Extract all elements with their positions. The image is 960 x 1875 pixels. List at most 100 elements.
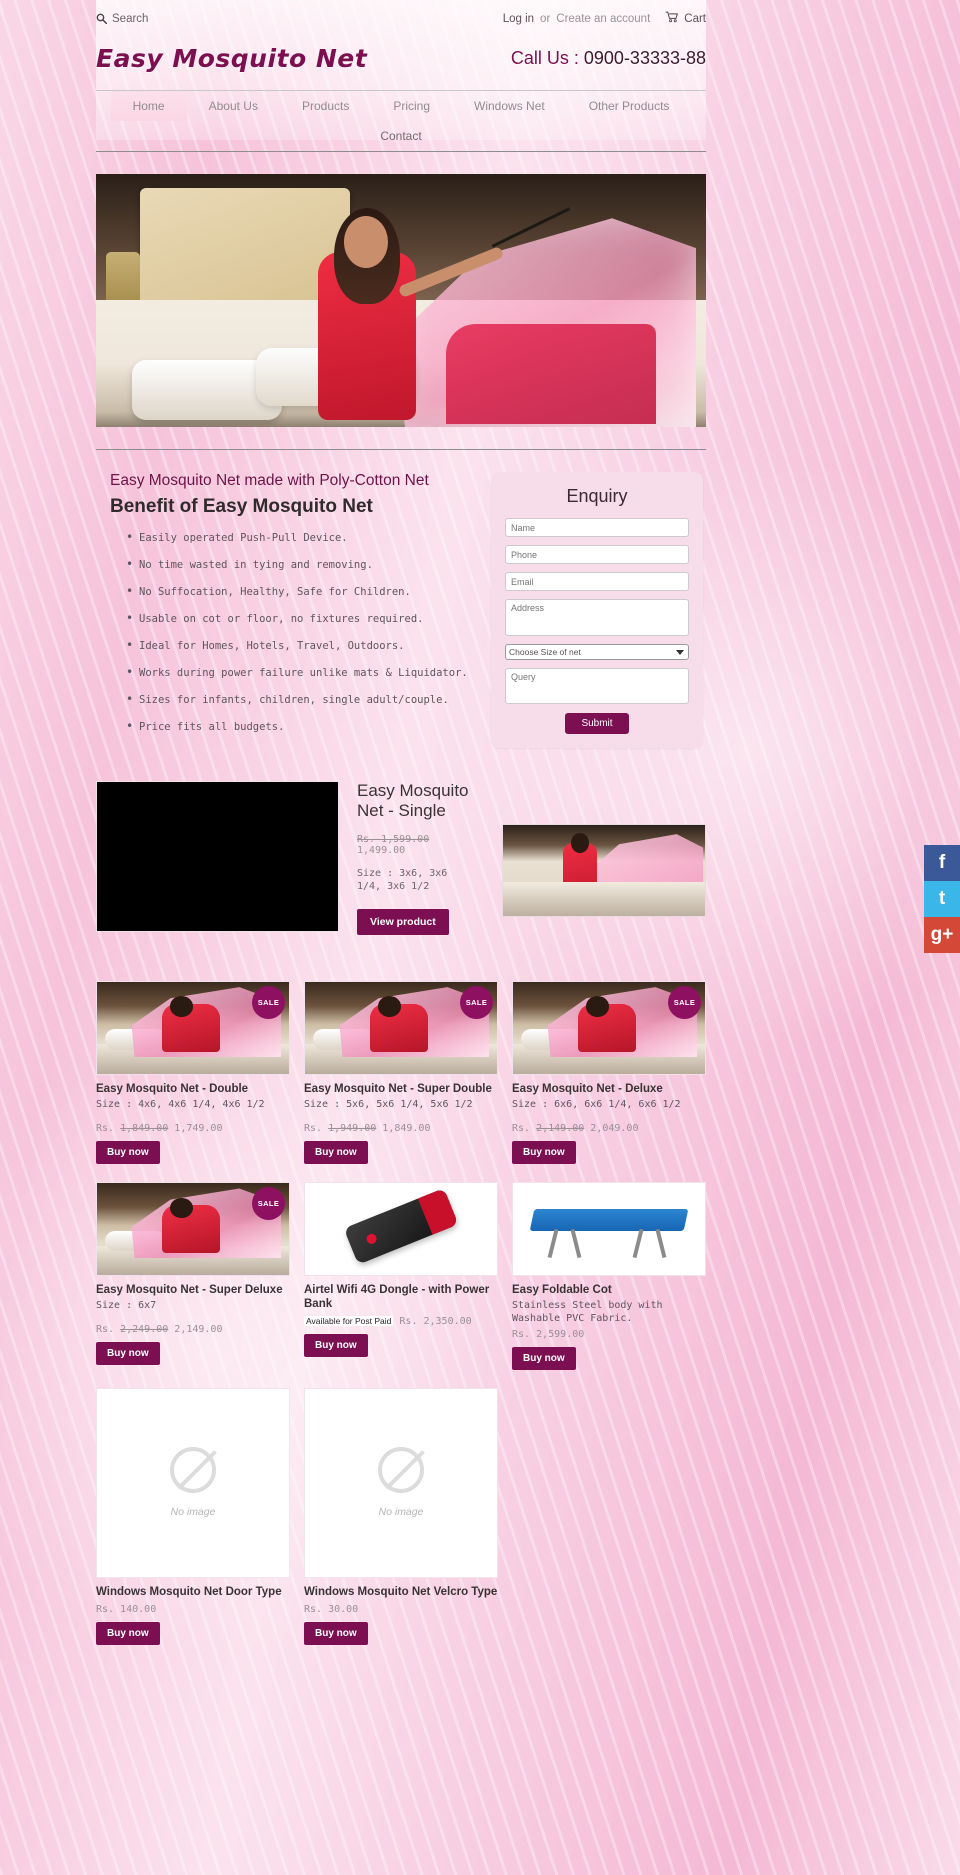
submit-button[interactable]: Submit xyxy=(565,713,629,734)
photo-model-head xyxy=(169,996,193,1017)
product-title[interactable]: Windows Mosquito Net Door Type xyxy=(96,1585,290,1599)
list-item: Price fits all budgets. xyxy=(126,720,471,748)
product-price: Rs. 2,599.00 xyxy=(512,1329,706,1340)
product-image[interactable]: SALE xyxy=(96,1181,290,1276)
product-card: SALE Easy Mosquito Net - Super Double Si… xyxy=(304,980,498,1164)
price-new: 2,350.00 xyxy=(423,1315,472,1327)
nav-item-pricing[interactable]: Pricing xyxy=(371,91,452,121)
nav-item-about-us[interactable]: About Us xyxy=(187,91,280,121)
product-price: Rs. 2,149.00 2,049.00 xyxy=(512,1123,706,1134)
dongle-device xyxy=(343,1188,459,1265)
buy-now-button[interactable]: Buy now xyxy=(512,1347,576,1371)
featured-product-title[interactable]: Easy Mosquito Net - Single xyxy=(357,781,475,821)
no-image-label: No image xyxy=(170,1505,216,1518)
product-image[interactable]: No image xyxy=(304,1388,498,1579)
side-image-bed xyxy=(503,881,705,916)
create-account-link[interactable]: Create an account xyxy=(556,13,650,25)
product-size: Stainless Steel body with Washable PVC F… xyxy=(512,1300,663,1325)
featured-product-image[interactable] xyxy=(96,780,339,932)
call-us: Call Us : 0900-33333-88 xyxy=(511,48,706,69)
price-old: 2,149.00 xyxy=(536,1122,585,1134)
address-field[interactable] xyxy=(505,599,689,636)
product-image[interactable] xyxy=(512,1181,706,1276)
product-image[interactable] xyxy=(304,1181,498,1276)
google-plus-icon[interactable]: g+ xyxy=(924,917,960,953)
price-new: 2,599.00 xyxy=(536,1329,585,1341)
twitter-icon[interactable]: t xyxy=(924,881,960,917)
benefits-list: Easily operated Push-Pull Device. No tim… xyxy=(96,531,471,749)
nav-item-home[interactable]: Home xyxy=(110,91,187,121)
product-image[interactable]: SALE xyxy=(512,980,706,1075)
price-new: 30.00 xyxy=(328,1603,359,1615)
product-card: No image Windows Mosquito Net Velcro Typ… xyxy=(304,1388,498,1645)
product-image[interactable]: No image xyxy=(96,1388,290,1579)
hero-model-head xyxy=(344,216,388,268)
name-field[interactable] xyxy=(505,518,689,537)
buy-now-button[interactable]: Buy now xyxy=(512,1140,576,1164)
nav-item-contact[interactable]: Contact xyxy=(96,121,706,151)
price-prefix: Rs. xyxy=(96,1603,115,1615)
nav-item-products[interactable]: Products xyxy=(280,91,371,121)
product-size: Size : 4x6, 4x6 1/4, 4x6 1/2 xyxy=(96,1098,265,1110)
buy-now-button[interactable]: Buy now xyxy=(304,1333,368,1357)
product-title[interactable]: Easy Mosquito Net - Super Deluxe xyxy=(96,1283,290,1297)
featured-product-price: Rs. 1,599.00 1,499.00 xyxy=(357,834,475,856)
cot-leg xyxy=(547,1228,559,1259)
login-link[interactable]: Log in xyxy=(503,13,534,25)
buy-now-button[interactable]: Buy now xyxy=(304,1140,368,1164)
price-old: 2,249.00 xyxy=(120,1324,169,1336)
list-item: No time wasted in tying and removing. xyxy=(126,558,471,586)
cot-leg xyxy=(655,1228,667,1259)
product-card: Airtel Wifi 4G Dongle - with Power Bank … xyxy=(304,1181,498,1370)
no-image-icon xyxy=(378,1446,424,1493)
product-card: Easy Foldable Cot Stainless Steel body w… xyxy=(512,1181,706,1371)
product-title[interactable]: Windows Mosquito Net Velcro Type xyxy=(304,1585,498,1599)
query-field[interactable] xyxy=(505,668,689,704)
account-links: Log in or Create an account Cart xyxy=(503,11,706,26)
product-price: Rs. 1,849.00 1,749.00 xyxy=(96,1123,290,1134)
cart-button[interactable]: Cart xyxy=(665,11,706,26)
price-prefix: Rs. xyxy=(399,1315,418,1327)
facebook-icon[interactable]: f xyxy=(924,845,960,881)
product-size: Size : 6x6, 6x6 1/4, 6x6 1/2 xyxy=(512,1098,681,1110)
email-field[interactable] xyxy=(505,572,689,591)
price-prefix: Rs. xyxy=(96,1122,115,1134)
view-product-button[interactable]: View product xyxy=(357,908,449,935)
intro-heading: Benefit of Easy Mosquito Net xyxy=(110,496,373,517)
list-item: Ideal for Homes, Hotels, Travel, Outdoor… xyxy=(126,639,471,667)
product-image[interactable]: SALE xyxy=(96,980,290,1075)
page-container: Search Log in or Create an account Cart … xyxy=(96,0,706,1875)
price-prefix: Rs. xyxy=(304,1122,323,1134)
product-title[interactable]: Airtel Wifi 4G Dongle - with Power Bank xyxy=(304,1283,498,1312)
search-button[interactable]: Search xyxy=(96,13,148,25)
top-utility-bar: Search Log in or Create an account Cart xyxy=(96,0,706,37)
product-title[interactable]: Easy Mosquito Net - Super Double xyxy=(304,1082,498,1096)
product-image[interactable]: SALE xyxy=(304,980,498,1075)
product-title[interactable]: Easy Mosquito Net - Double xyxy=(96,1082,290,1096)
foldable-cot-photo xyxy=(513,1182,705,1275)
featured-side-image[interactable] xyxy=(502,823,706,917)
product-tag: Available for Post Paid xyxy=(304,1315,394,1326)
nav-list: Home About Us Products Pricing Windows N… xyxy=(96,91,706,151)
social-share-rail: f t g+ xyxy=(924,845,960,953)
price-prefix: Rs. xyxy=(512,1122,531,1134)
product-card: No image Windows Mosquito Net Door Type … xyxy=(96,1388,290,1645)
nav-item-windows-net[interactable]: Windows Net xyxy=(452,91,567,121)
intro-subtitle: Easy Mosquito Net made with Poly-Cotton … xyxy=(110,472,429,489)
phone-field[interactable] xyxy=(505,545,689,564)
hero-banner[interactable] xyxy=(96,174,706,427)
sale-badge: SALE xyxy=(252,1186,285,1220)
size-select[interactable]: Choose Size of net xyxy=(505,644,689,660)
product-title[interactable]: Easy Foldable Cot xyxy=(512,1283,706,1297)
price-new: 2,149.00 xyxy=(174,1324,223,1336)
product-title[interactable]: Easy Mosquito Net - Deluxe xyxy=(512,1082,706,1096)
buy-now-button[interactable]: Buy now xyxy=(304,1621,368,1645)
hero-image xyxy=(96,174,706,427)
submit-row: Submit xyxy=(505,713,689,734)
buy-now-button[interactable]: Buy now xyxy=(96,1621,160,1645)
buy-now-button[interactable]: Buy now xyxy=(96,1342,160,1366)
nav-item-other-products[interactable]: Other Products xyxy=(567,91,692,121)
buy-now-button[interactable]: Buy now xyxy=(96,1140,160,1164)
phone-number[interactable]: 0900-33333-88 xyxy=(584,48,706,68)
site-logo[interactable]: Easy Mosquito Net xyxy=(96,44,367,73)
